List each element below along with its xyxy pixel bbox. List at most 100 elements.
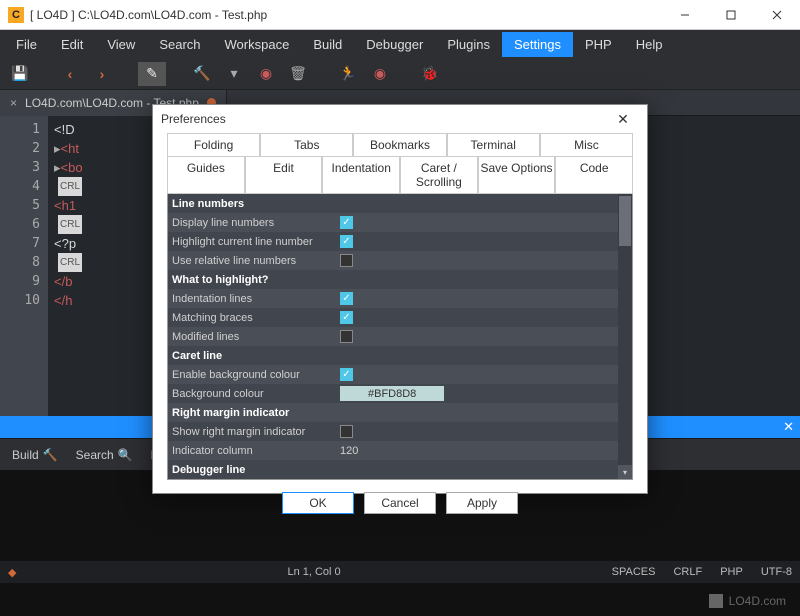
cancel-button[interactable]: Cancel (364, 492, 436, 514)
gutter: 1 2 3 4 5 6 7 8 9 10 (0, 116, 48, 416)
line-number: 8 (0, 253, 40, 272)
menu-help[interactable]: Help (624, 32, 675, 57)
maximize-button[interactable] (708, 0, 754, 30)
checkbox-enable-bg-colour[interactable]: ✓ (340, 368, 353, 381)
tab-caret-scrolling[interactable]: Caret / Scrolling (400, 156, 478, 194)
code-token: </h (54, 291, 72, 310)
dialog-tabstrip: Folding Tabs Bookmarks Terminal Misc Gui… (167, 133, 633, 194)
status-indent[interactable]: SPACES (612, 566, 656, 578)
apply-button[interactable]: Apply (446, 492, 518, 514)
section-line-numbers: Line numbers (168, 194, 632, 213)
chevron-down-icon[interactable]: ▾ (220, 62, 248, 86)
bug-icon[interactable]: 🐞 (416, 62, 444, 86)
menu-build[interactable]: Build (301, 32, 354, 57)
background-colour-field[interactable]: #BFD8D8 (340, 386, 444, 401)
checkbox-indentation-lines[interactable]: ✓ (340, 292, 353, 305)
section-what-to-highlight: What to highlight? (168, 270, 632, 289)
line-number: 3 (0, 158, 40, 177)
menu-edit[interactable]: Edit (49, 32, 95, 57)
menu-file[interactable]: File (4, 32, 49, 57)
line-number: 10 (0, 291, 40, 310)
menu-plugins[interactable]: Plugins (435, 32, 502, 57)
status-indicator-icon: ◆ (8, 566, 16, 579)
tab-indentation[interactable]: Indentation (322, 156, 400, 194)
trash-icon[interactable]: 🗑 (284, 62, 312, 86)
status-encoding[interactable]: UTF-8 (761, 566, 792, 578)
watermark-logo-icon (709, 594, 723, 608)
run-icon[interactable]: 🏃 (334, 62, 362, 86)
pref-label: Enable background colour (172, 369, 340, 381)
line-number: 7 (0, 234, 40, 253)
line-number: 9 (0, 272, 40, 291)
crlf-token: CRL (58, 177, 82, 196)
section-debugger-line: Debugger line (168, 460, 632, 479)
section-caret-line: Caret line (168, 346, 632, 365)
checkbox-relative-line-numbers[interactable] (340, 254, 353, 267)
watermark: LO4D.com (709, 594, 786, 608)
code-token: <h1 (54, 196, 76, 215)
scrollbar-down-icon[interactable]: ▾ (618, 465, 632, 479)
tab-bookmarks[interactable]: Bookmarks (353, 133, 446, 156)
pref-label: Background colour (172, 388, 340, 400)
tab-terminal[interactable]: Terminal (447, 133, 540, 156)
dialog-close-button[interactable]: ✕ (607, 105, 639, 133)
watermark-text: LO4D.com (729, 594, 786, 608)
stop-run-icon[interactable]: ◉ (366, 62, 394, 86)
pref-row: Enable background colour✓ (168, 365, 632, 384)
nav-fwd-icon[interactable]: › (88, 62, 116, 86)
code-token: <ht (61, 139, 79, 158)
tab-tabs[interactable]: Tabs (260, 133, 353, 156)
tab-code[interactable]: Code (555, 156, 633, 194)
tab-guides[interactable]: Guides (167, 156, 245, 194)
tab-edit[interactable]: Edit (245, 156, 323, 194)
findbar-close-icon[interactable]: ✕ (783, 419, 794, 435)
pref-label: Matching braces (172, 312, 340, 324)
line-number: 5 (0, 196, 40, 215)
menu-debugger[interactable]: Debugger (354, 32, 435, 57)
app-icon: C (8, 7, 24, 23)
status-lang[interactable]: PHP (720, 566, 743, 578)
status-eol[interactable]: CRLF (673, 566, 702, 578)
tab-save-options[interactable]: Save Options (478, 156, 556, 194)
window-title: [ LO4D ] C:\LO4D.com\LO4D.com - Test.php (30, 8, 662, 22)
checkbox-highlight-current-line-number[interactable]: ✓ (340, 235, 353, 248)
statusbar: ◆ Ln 1, Col 0 SPACES CRLF PHP UTF-8 (0, 561, 800, 583)
ok-button[interactable]: OK (282, 492, 354, 514)
dialog-content: Line numbers Display line numbers✓ Highl… (167, 194, 633, 480)
checkbox-matching-braces[interactable]: ✓ (340, 311, 353, 324)
search-icon: 🔍 (118, 448, 133, 462)
checkbox-display-line-numbers[interactable]: ✓ (340, 216, 353, 229)
indicator-column-field[interactable]: 120 (340, 445, 358, 457)
line-number: 1 (0, 120, 40, 139)
dialog-scrollbar[interactable]: ▾ (618, 194, 632, 479)
menu-search[interactable]: Search (147, 32, 212, 57)
minimize-button[interactable] (662, 0, 708, 30)
code-token: <?p (54, 234, 76, 253)
pencil-icon[interactable]: ✎ (138, 62, 166, 86)
dialog-titlebar: Preferences ✕ (153, 105, 647, 133)
pref-label: Highlight current line number (172, 236, 340, 248)
stop-build-icon[interactable]: ◉ (252, 62, 280, 86)
menu-settings[interactable]: Settings (502, 32, 573, 57)
close-tab-icon[interactable]: × (10, 96, 17, 110)
menu-view[interactable]: View (95, 32, 147, 57)
bottom-search-tab[interactable]: Search🔍 (70, 446, 139, 464)
nav-back-icon[interactable]: ‹ (56, 62, 84, 86)
hammer-icon[interactable]: 🔨 (188, 62, 216, 86)
tab-folding[interactable]: Folding (167, 133, 260, 156)
scrollbar-thumb[interactable] (619, 196, 631, 246)
window-titlebar: C [ LO4D ] C:\LO4D.com\LO4D.com - Test.p… (0, 0, 800, 30)
checkbox-modified-lines[interactable] (340, 330, 353, 343)
status-position: Ln 1, Col 0 (287, 566, 340, 578)
close-button[interactable] (754, 0, 800, 30)
save-icon[interactable]: 💾 (6, 62, 34, 86)
code-token: <bo (61, 158, 83, 177)
checkbox-show-right-margin[interactable] (340, 425, 353, 438)
pref-row: Matching braces✓ (168, 308, 632, 327)
pref-label: Indicator column (172, 445, 340, 457)
menu-workspace[interactable]: Workspace (213, 32, 302, 57)
bottom-build-tab[interactable]: Build🔨 (6, 446, 64, 464)
tab-misc[interactable]: Misc (540, 133, 633, 156)
pref-row: Highlight current line number✓ (168, 232, 632, 251)
menu-php[interactable]: PHP (573, 32, 624, 57)
